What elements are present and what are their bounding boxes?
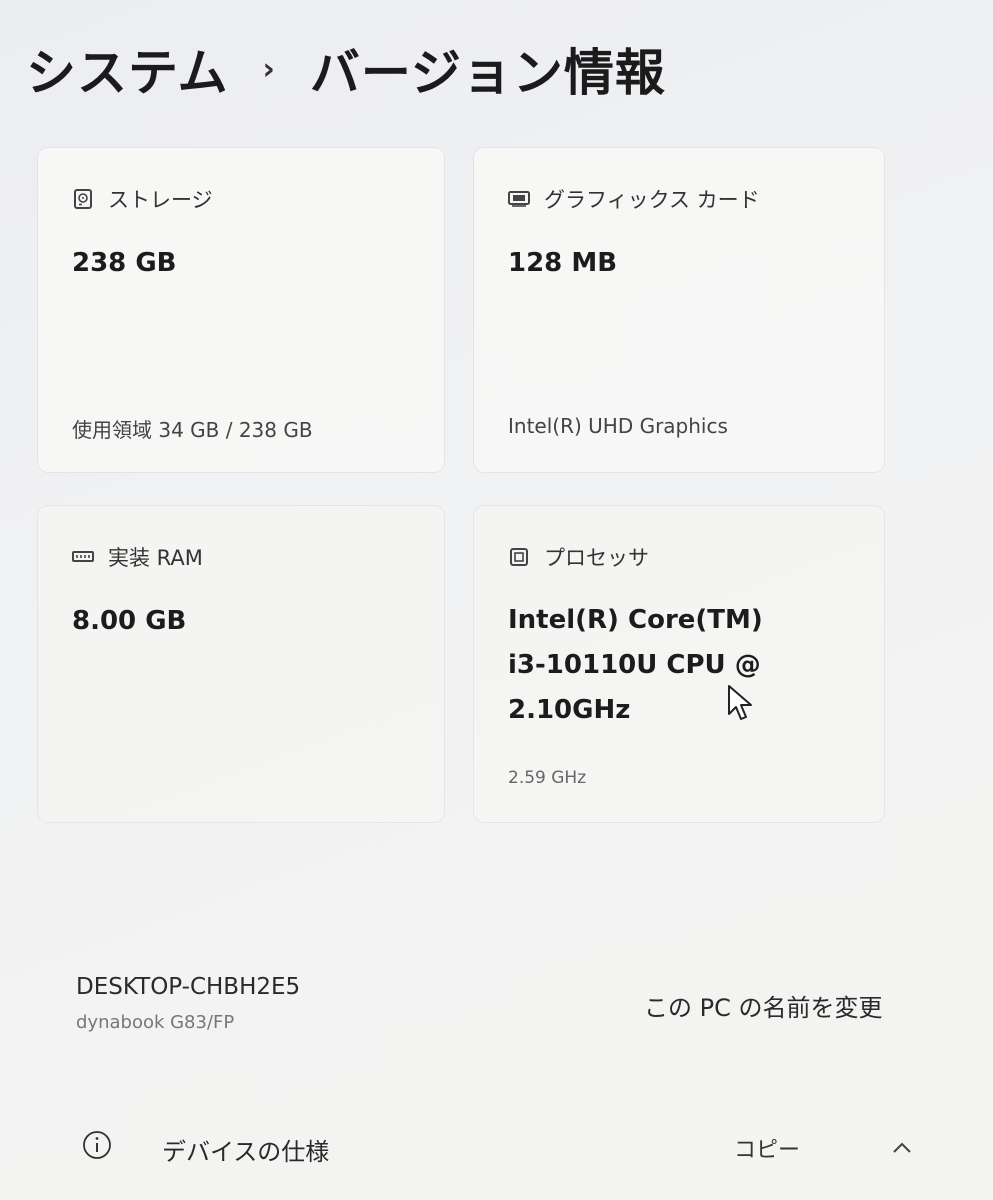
- graphics-card-header: グラフィックス カード: [508, 184, 760, 214]
- graphics-adapter-name: Intel(R) UHD Graphics: [508, 414, 728, 438]
- device-specifications-row[interactable]: デバイスの仕様 コピー: [38, 1098, 928, 1188]
- device-model: dynabook G83/FP: [76, 1012, 235, 1033]
- page-title: バージョン情報: [309, 44, 666, 102]
- processor-chip-icon: [508, 547, 530, 567]
- storage-card-header: ストレージ: [72, 184, 213, 214]
- storage-card: ストレージ 238 GB 使用領域 34 GB / 238 GB: [38, 148, 444, 472]
- ram-value: 8.00 GB: [72, 606, 187, 636]
- graphics-value: 128 MB: [508, 248, 618, 278]
- storage-drive-icon: [72, 189, 94, 209]
- breadcrumb-parent[interactable]: システム: [26, 33, 229, 105]
- processor-value-line1: Intel(R) Core(TM): [508, 605, 763, 635]
- graphics-label: グラフィックス カード: [544, 188, 760, 212]
- chevron-up-icon[interactable]: [890, 1136, 914, 1160]
- breadcrumb: システム › バージョン情報: [26, 34, 666, 104]
- mouse-pointer-icon: [728, 685, 752, 720]
- processor-label: プロセッサ: [544, 546, 649, 570]
- rename-pc-button[interactable]: この PC の名前を変更: [644, 988, 883, 1023]
- ram-label: 実装 RAM: [108, 546, 203, 570]
- device-name: DESKTOP-CHBH2E5: [76, 974, 301, 1000]
- storage-label: ストレージ: [108, 188, 213, 212]
- breadcrumb-separator: ›: [262, 51, 276, 87]
- ram-card-header: 実装 RAM: [72, 542, 203, 572]
- copy-button[interactable]: コピー: [734, 1132, 800, 1164]
- processor-value-line3: 2.10GHz: [508, 695, 631, 725]
- storage-usage: 使用領域 34 GB / 238 GB: [72, 418, 313, 442]
- device-name-row: DESKTOP-CHBH2E5 dynabook G83/FP この PC の名…: [38, 950, 908, 1060]
- memory-module-icon: [72, 547, 94, 567]
- info-icon: [83, 1131, 111, 1159]
- processor-value: Intel(R) Core(TM) i3-10110U CPU @ 2.10GH…: [508, 598, 838, 733]
- processor-clock-speed: 2.59 GHz: [508, 768, 587, 788]
- display-adapter-icon: [508, 189, 530, 209]
- storage-value: 238 GB: [72, 248, 177, 278]
- graphics-card: グラフィックス カード 128 MB Intel(R) UHD Graphics: [474, 148, 884, 472]
- processor-card: プロセッサ Intel(R) Core(TM) i3-10110U CPU @ …: [474, 506, 884, 822]
- device-specifications-label: デバイスの仕様: [162, 1138, 330, 1166]
- processor-card-header: プロセッサ: [508, 542, 649, 572]
- ram-card: 実装 RAM 8.00 GB: [38, 506, 444, 822]
- processor-value-line2: i3-10110U CPU @: [508, 650, 761, 680]
